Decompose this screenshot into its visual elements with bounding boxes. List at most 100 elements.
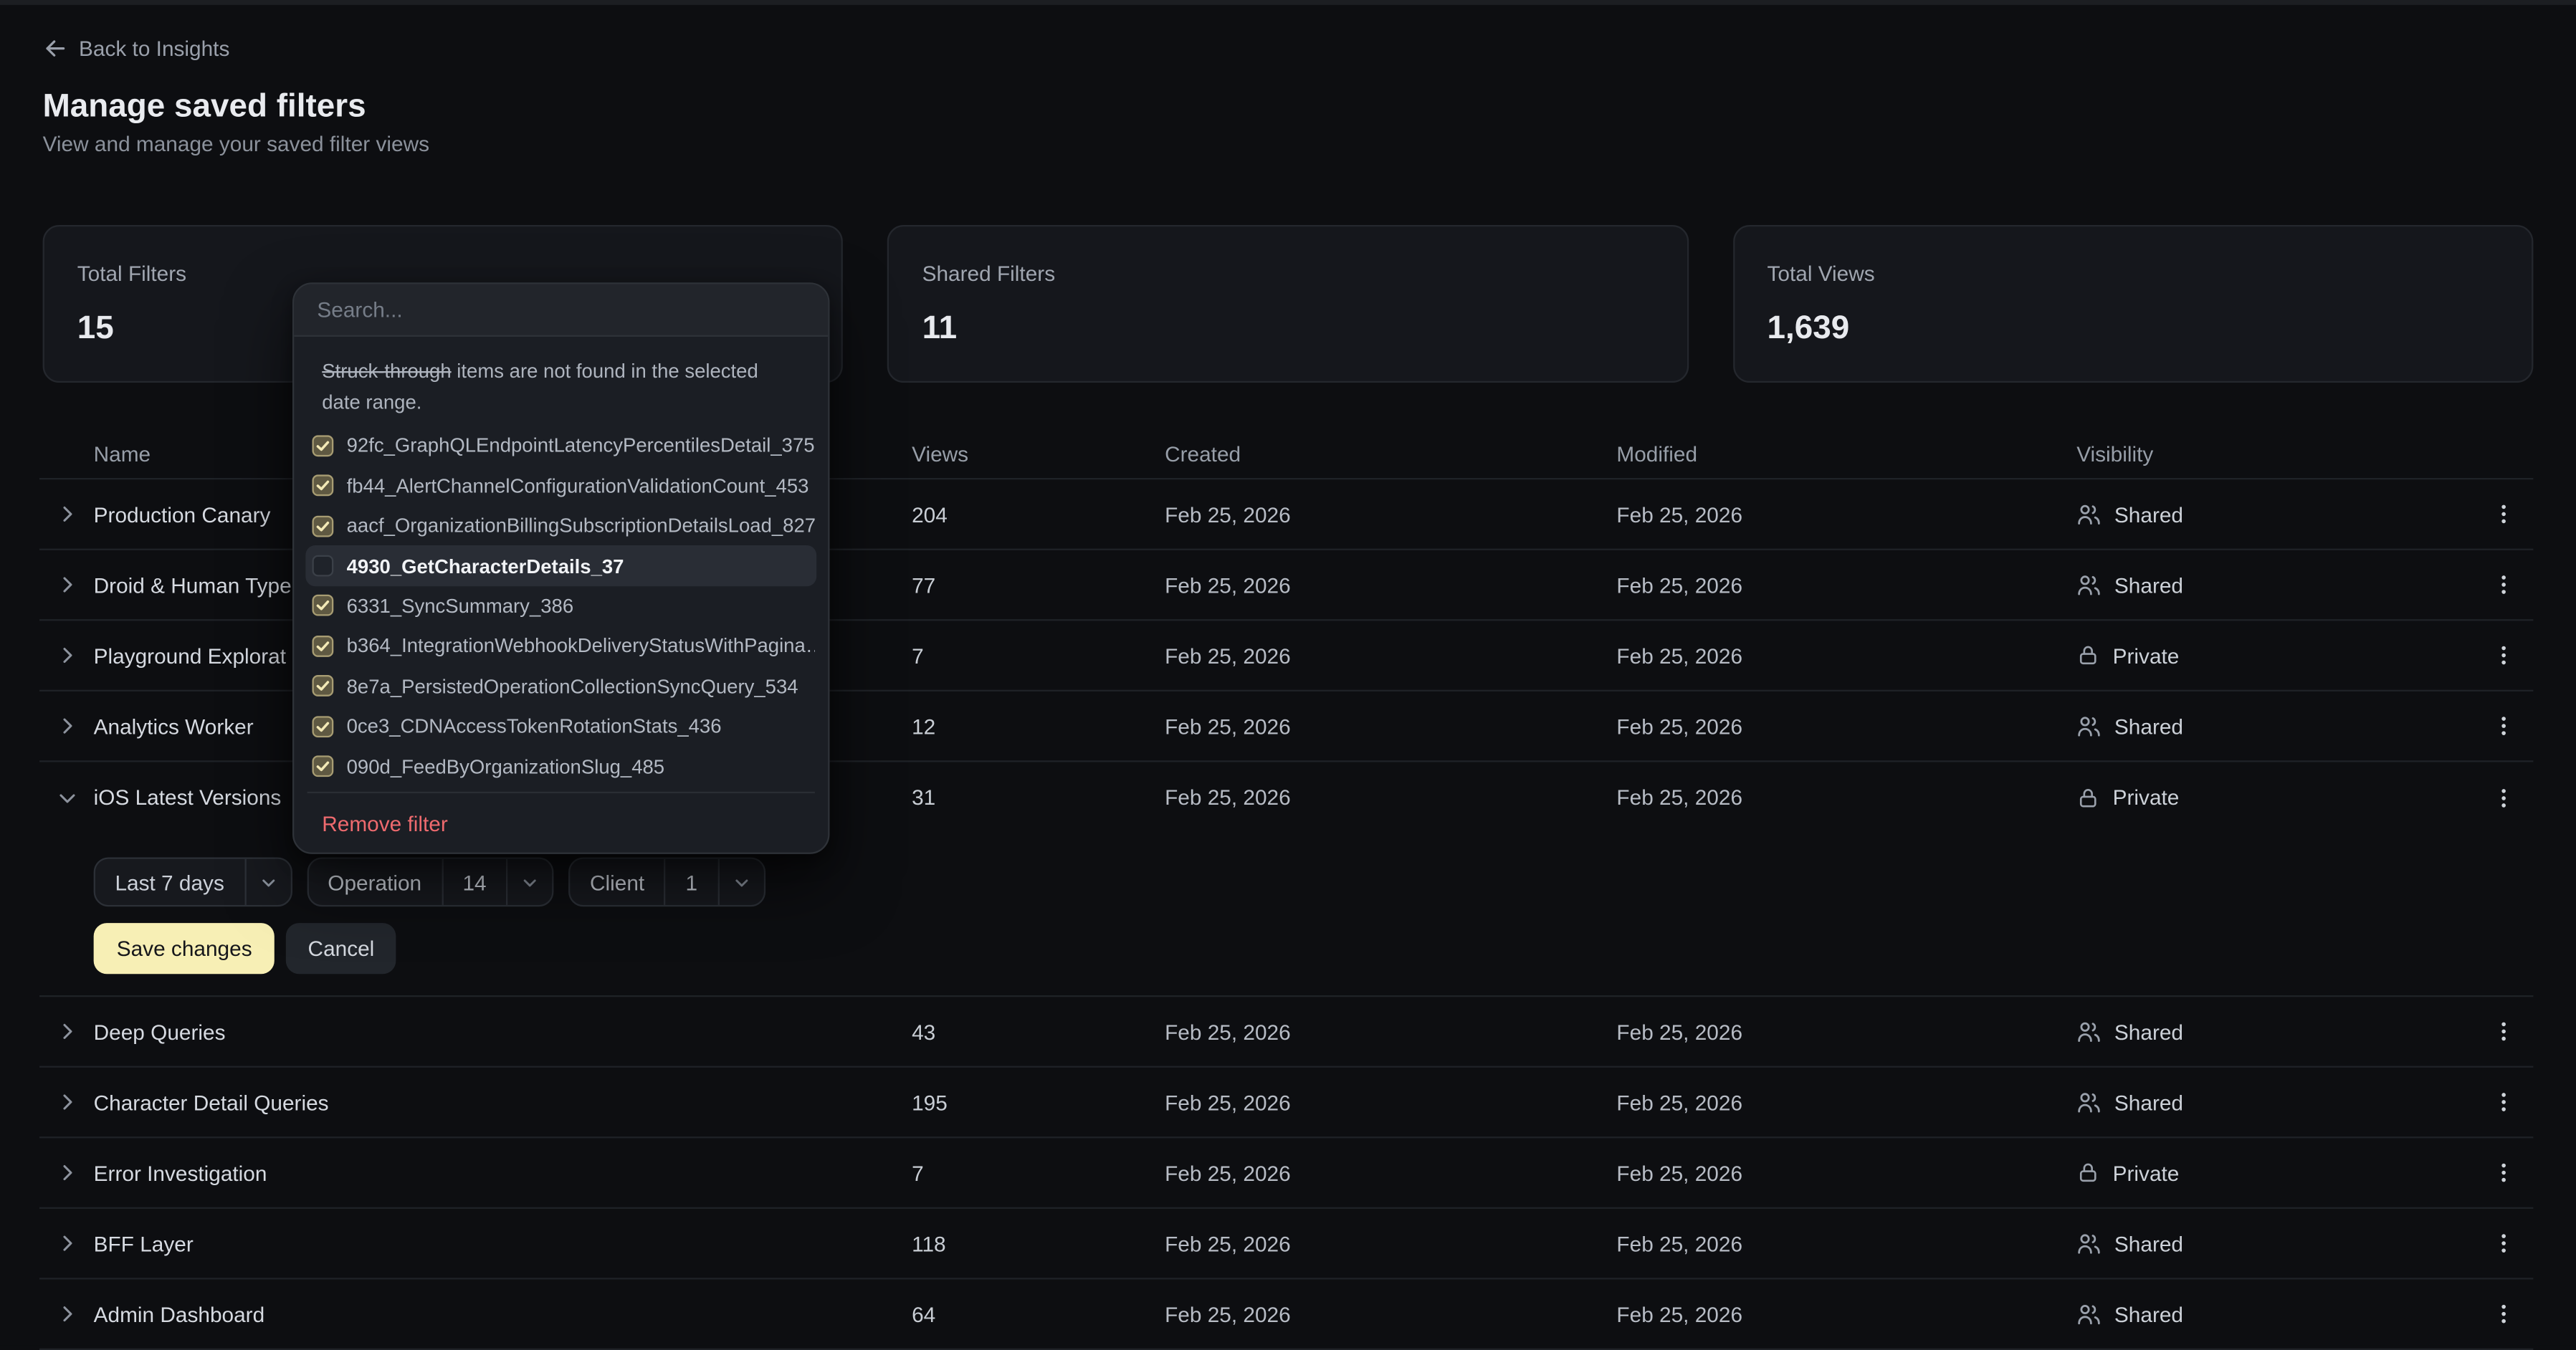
- chevron-down-icon: [55, 786, 78, 809]
- row-expander[interactable]: [39, 1091, 94, 1114]
- dropdown-item-label: 4930_GetCharacterDetails_37: [347, 555, 624, 578]
- row-actions-menu-button[interactable]: [2474, 713, 2534, 739]
- table-row[interactable]: Error Investigation7Feb 25, 2026Feb 25, …: [39, 1138, 2533, 1209]
- dropdown-item[interactable]: aacf_OrganizationBillingSubscriptionDeta…: [294, 506, 828, 546]
- visibility-label: Shared: [2114, 573, 2183, 597]
- row-expander[interactable]: [39, 714, 94, 737]
- dropdown-item[interactable]: b364_IntegrationWebhookDeliveryStatusWit…: [294, 626, 828, 666]
- back-to-insights-link[interactable]: Back to Insights: [43, 36, 230, 60]
- users-icon: [2076, 714, 2101, 738]
- chevron-right-icon: [55, 1091, 78, 1114]
- row-expander[interactable]: [39, 1020, 94, 1043]
- checked-checkbox[interactable]: [312, 715, 333, 737]
- row-actions-menu-button[interactable]: [2474, 1159, 2534, 1186]
- users-icon: [2076, 573, 2101, 597]
- dropdown-item[interactable]: 8e7a_PersistedOperationCollectionSyncQue…: [294, 666, 828, 707]
- filter-chip[interactable]: Operation14: [306, 857, 553, 906]
- dropdown-item[interactable]: 0ce3_CDNAccessTokenRotationStats_436: [294, 706, 828, 746]
- chevron-right-icon: [55, 643, 78, 666]
- row-expander[interactable]: [39, 786, 94, 809]
- unchecked-checkbox[interactable]: [312, 555, 333, 577]
- row-visibility: Shared: [2076, 573, 2474, 597]
- dropdown-search: [294, 284, 828, 337]
- row-actions-menu-button[interactable]: [2474, 1089, 2534, 1116]
- row-actions-menu-button[interactable]: [2474, 1018, 2534, 1045]
- checked-checkbox[interactable]: [312, 755, 333, 777]
- row-created: Feb 25, 2026: [1165, 785, 1616, 810]
- chevron-right-icon: [55, 1303, 78, 1326]
- row-actions-menu-button[interactable]: [2474, 1230, 2534, 1257]
- visibility-label: Shared: [2114, 1090, 2183, 1114]
- lock-icon: [2076, 643, 2099, 666]
- table-row[interactable]: Admin Dashboard64Feb 25, 2026Feb 25, 202…: [39, 1280, 2533, 1350]
- checked-checkbox[interactable]: [312, 515, 333, 537]
- checked-checkbox[interactable]: [312, 636, 333, 657]
- filter-chip[interactable]: Client1: [568, 857, 765, 906]
- users-icon: [2076, 1090, 2101, 1114]
- row-visibility: Shared: [2076, 502, 2474, 526]
- select-chevron-icon: [717, 859, 763, 905]
- stat-card: Shared Filters11: [887, 225, 1688, 383]
- row-views: 64: [912, 1301, 1165, 1326]
- users-icon: [2076, 502, 2101, 526]
- row-actions-menu-button[interactable]: [2474, 572, 2534, 598]
- row-created: Feb 25, 2026: [1165, 1019, 1616, 1043]
- row-created: Feb 25, 2026: [1165, 714, 1616, 738]
- dropdown-item[interactable]: fb44_AlertChannelConfigurationValidation…: [294, 466, 828, 506]
- row-modified: Feb 25, 2026: [1616, 1231, 2076, 1255]
- row-expander[interactable]: [39, 1162, 94, 1184]
- page-subtitle: View and manage your saved filter views: [43, 131, 429, 155]
- search-input[interactable]: [317, 297, 805, 322]
- kebab-menu-icon: [2492, 1230, 2515, 1257]
- visibility-label: Private: [2113, 1160, 2180, 1184]
- row-actions-menu-button[interactable]: [2474, 784, 2534, 810]
- dropdown-item[interactable]: 4930_GetCharacterDetails_37: [305, 546, 816, 586]
- users-icon: [2076, 1019, 2101, 1043]
- dropdown-item[interactable]: 090d_FeedByOrganizationSlug_485: [294, 746, 828, 786]
- row-views: 12: [912, 714, 1165, 738]
- dropdown-item-label: aacf_OrganizationBillingSubscriptionDeta…: [347, 514, 815, 537]
- chevron-right-icon: [55, 1020, 78, 1043]
- row-actions-menu-button[interactable]: [2474, 501, 2534, 527]
- row-modified: Feb 25, 2026: [1616, 643, 2076, 667]
- row-expander[interactable]: [39, 573, 94, 596]
- row-actions-menu-button[interactable]: [2474, 1301, 2534, 1327]
- table-row[interactable]: Deep Queries43Feb 25, 2026Feb 25, 2026Sh…: [39, 997, 2533, 1068]
- dropdown-note: Struck-through items are not found in th…: [322, 356, 801, 417]
- row-expander[interactable]: [39, 1232, 94, 1255]
- cancel-button[interactable]: Cancel: [287, 923, 396, 974]
- checked-checkbox[interactable]: [312, 676, 333, 697]
- dropdown-item-label: b364_IntegrationWebhookDeliveryStatusWit…: [347, 634, 815, 657]
- checked-checkbox[interactable]: [312, 595, 333, 617]
- row-expander[interactable]: [39, 643, 94, 666]
- row-actions-menu-button[interactable]: [2474, 642, 2534, 669]
- row-expander[interactable]: [39, 1303, 94, 1326]
- stat-card-value: 1,639: [1768, 309, 2499, 348]
- dropdown-item[interactable]: 6331_SyncSummary_386: [294, 586, 828, 626]
- dropdown-item-list: 92fc_GraphQLEndpointLatencyPercentilesDe…: [294, 426, 828, 786]
- expanded-row-editor: Last 7 days Operation14 Client1 Save chang…: [39, 833, 2533, 997]
- kebab-menu-icon: [2492, 1301, 2515, 1327]
- stat-card: Total Views1,639: [1732, 225, 2533, 383]
- row-name: Error Investigation: [94, 1160, 912, 1184]
- column-header-created: Created: [1165, 442, 1616, 466]
- table-row[interactable]: BFF Layer118Feb 25, 2026Feb 25, 2026Shar…: [39, 1209, 2533, 1280]
- row-expander[interactable]: [39, 502, 94, 525]
- stat-card-label: Shared Filters: [922, 261, 1654, 287]
- lock-icon: [2076, 786, 2099, 809]
- row-views: 195: [912, 1090, 1165, 1114]
- row-modified: Feb 25, 2026: [1616, 714, 2076, 738]
- visibility-label: Shared: [2114, 1019, 2183, 1043]
- filter-chip[interactable]: Last 7 days: [94, 857, 292, 906]
- row-visibility: Shared: [2076, 1090, 2474, 1114]
- checked-checkbox[interactable]: [312, 435, 333, 456]
- remove-filter-button[interactable]: Remove filter: [322, 811, 801, 836]
- table-row[interactable]: Character Detail Queries195Feb 25, 2026F…: [39, 1068, 2533, 1139]
- save-changes-button[interactable]: Save changes: [94, 923, 275, 974]
- dropdown-item[interactable]: 92fc_GraphQLEndpointLatencyPercentilesDe…: [294, 426, 828, 466]
- row-visibility: Shared: [2076, 1301, 2474, 1326]
- kebab-menu-icon: [2492, 1159, 2515, 1186]
- kebab-menu-icon: [2492, 642, 2515, 669]
- checked-checkbox[interactable]: [312, 475, 333, 497]
- row-views: 7: [912, 1160, 1165, 1184]
